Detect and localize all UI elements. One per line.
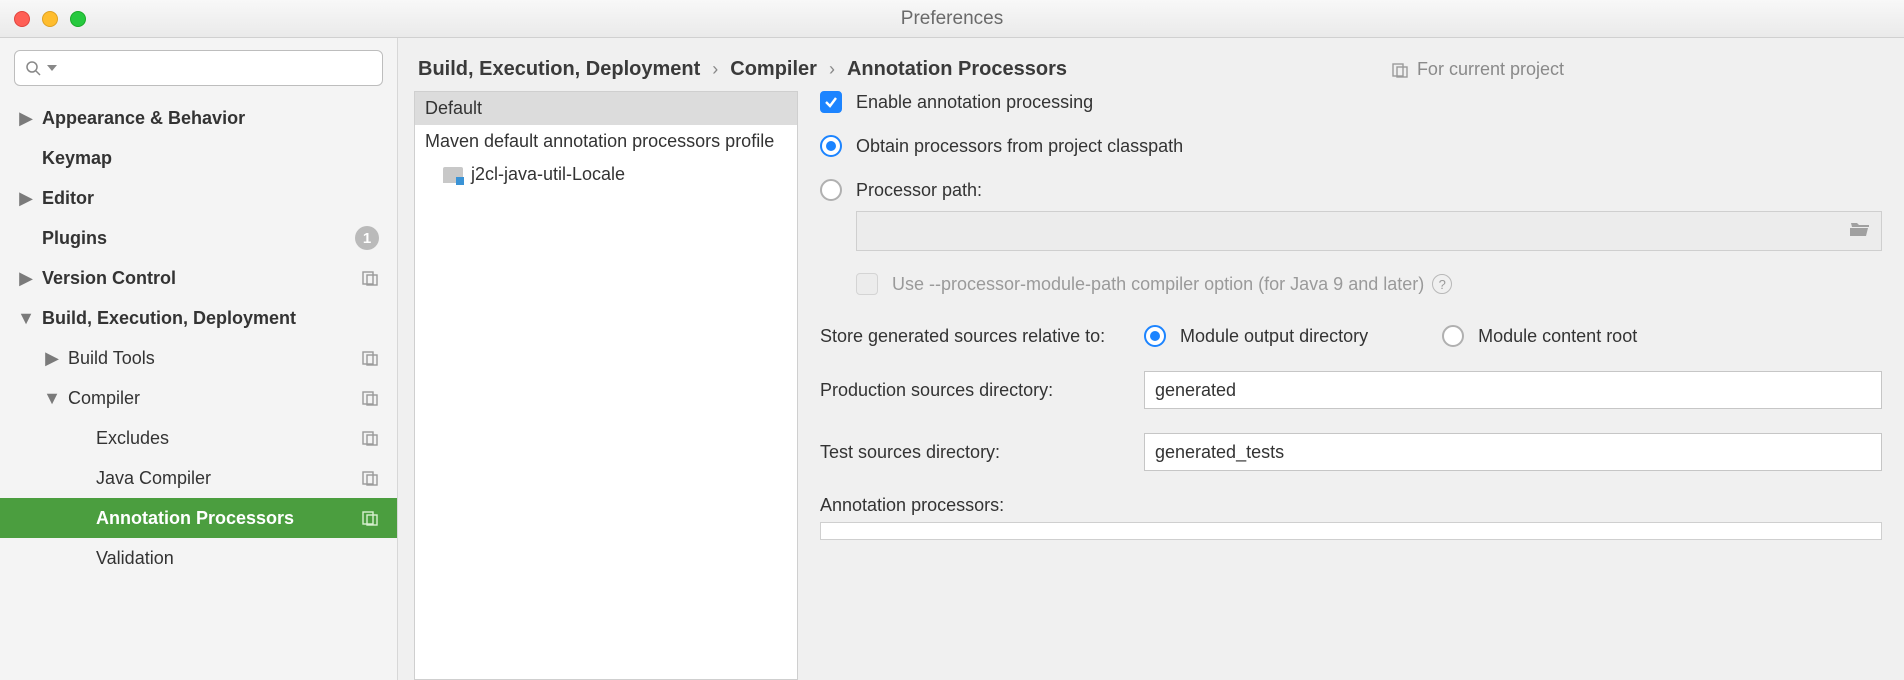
project-scope-icon	[361, 509, 379, 527]
window-close-button[interactable]	[14, 11, 30, 27]
project-scope-icon	[361, 429, 379, 447]
nav-appearance-behavior[interactable]: ▶ Appearance & Behavior	[0, 98, 397, 138]
project-scope-icon	[361, 269, 379, 287]
chevron-down-icon: ▼	[44, 388, 60, 409]
chevron-right-icon: ▶	[44, 348, 60, 369]
preferences-sidebar: ▶ Appearance & Behavior Keymap ▶ Editor …	[0, 38, 398, 680]
annotation-processors-table[interactable]	[820, 522, 1882, 540]
chevron-down-icon	[47, 63, 57, 73]
content-area: Build, Execution, Deployment › Compiler …	[398, 38, 1904, 680]
processor-path-label: Processor path:	[856, 180, 982, 201]
obtain-from-classpath-label: Obtain processors from project classpath	[856, 136, 1183, 157]
window-zoom-button[interactable]	[70, 11, 86, 27]
help-icon[interactable]: ?	[1432, 274, 1452, 294]
breadcrumb-item[interactable]: Build, Execution, Deployment	[418, 58, 700, 81]
window-minimize-button[interactable]	[42, 11, 58, 27]
profile-default[interactable]: Default	[415, 92, 797, 125]
breadcrumb: Build, Execution, Deployment › Compiler …	[398, 38, 1904, 91]
enable-annotation-processing-checkbox[interactable]	[820, 91, 842, 113]
chevron-right-icon: ›	[829, 59, 835, 80]
nav-build-tools[interactable]: ▶ Build Tools	[0, 338, 397, 378]
nav-compiler[interactable]: ▼ Compiler	[0, 378, 397, 418]
search-field[interactable]	[14, 50, 383, 86]
obtain-from-classpath-radio[interactable]	[820, 135, 842, 157]
project-scope-icon	[361, 389, 379, 407]
nav-java-compiler[interactable]: Java Compiler	[0, 458, 397, 498]
enable-annotation-processing-label: Enable annotation processing	[856, 92, 1093, 113]
title-bar: Preferences	[0, 0, 1904, 38]
chevron-right-icon: ›	[712, 59, 718, 80]
plugins-update-badge: 1	[355, 226, 379, 250]
processor-path-input	[856, 211, 1882, 251]
chevron-down-icon: ▼	[18, 308, 34, 329]
nav-build-execution-deployment[interactable]: ▼ Build, Execution, Deployment	[0, 298, 397, 338]
nav-editor[interactable]: ▶ Editor	[0, 178, 397, 218]
project-scope-icon	[361, 349, 379, 367]
nav-excludes[interactable]: Excludes	[0, 418, 397, 458]
module-content-root-label: Module content root	[1478, 326, 1637, 347]
profiles-list[interactable]: Default Maven default annotation process…	[414, 91, 798, 680]
window-title: Preferences	[0, 8, 1904, 30]
settings-form: Enable annotation processing Obtain proc…	[820, 91, 1900, 680]
nav-keymap[interactable]: Keymap	[0, 138, 397, 178]
scope-note: For current project	[1391, 59, 1564, 80]
chevron-right-icon: ▶	[18, 268, 34, 289]
project-scope-icon	[361, 469, 379, 487]
chevron-right-icon: ▶	[18, 108, 34, 129]
use-module-path-label: Use --processor-module-path compiler opt…	[892, 274, 1424, 295]
breadcrumb-item[interactable]: Compiler	[730, 58, 817, 81]
project-scope-icon	[1391, 61, 1409, 79]
module-content-root-radio[interactable]	[1442, 325, 1464, 347]
chevron-right-icon: ▶	[18, 188, 34, 209]
profile-maven[interactable]: Maven default annotation processors prof…	[415, 125, 797, 158]
search-icon	[25, 60, 41, 76]
module-output-directory-radio[interactable]	[1144, 325, 1166, 347]
nav-version-control[interactable]: ▶ Version Control	[0, 258, 397, 298]
test-sources-label: Test sources directory:	[820, 442, 1120, 463]
nav-annotation-processors[interactable]: Annotation Processors	[0, 498, 397, 538]
profile-module-j2cl[interactable]: j2cl-java-util-Locale	[415, 158, 797, 191]
search-input[interactable]	[63, 59, 372, 77]
module-folder-icon	[443, 167, 463, 183]
module-output-directory-label: Module output directory	[1180, 326, 1368, 347]
store-relative-label: Store generated sources relative to:	[820, 326, 1120, 347]
nav-validation[interactable]: Validation	[0, 538, 397, 578]
use-module-path-checkbox	[856, 273, 878, 295]
nav-tree: ▶ Appearance & Behavior Keymap ▶ Editor …	[0, 94, 397, 680]
test-sources-input[interactable]	[1144, 433, 1882, 471]
processor-path-radio[interactable]	[820, 179, 842, 201]
production-sources-input[interactable]	[1144, 371, 1882, 409]
nav-plugins[interactable]: Plugins 1	[0, 218, 397, 258]
breadcrumb-item: Annotation Processors	[847, 58, 1067, 81]
annotation-processors-label: Annotation processors:	[820, 495, 1882, 516]
production-sources-label: Production sources directory:	[820, 380, 1120, 401]
folder-open-icon[interactable]	[1849, 220, 1871, 243]
